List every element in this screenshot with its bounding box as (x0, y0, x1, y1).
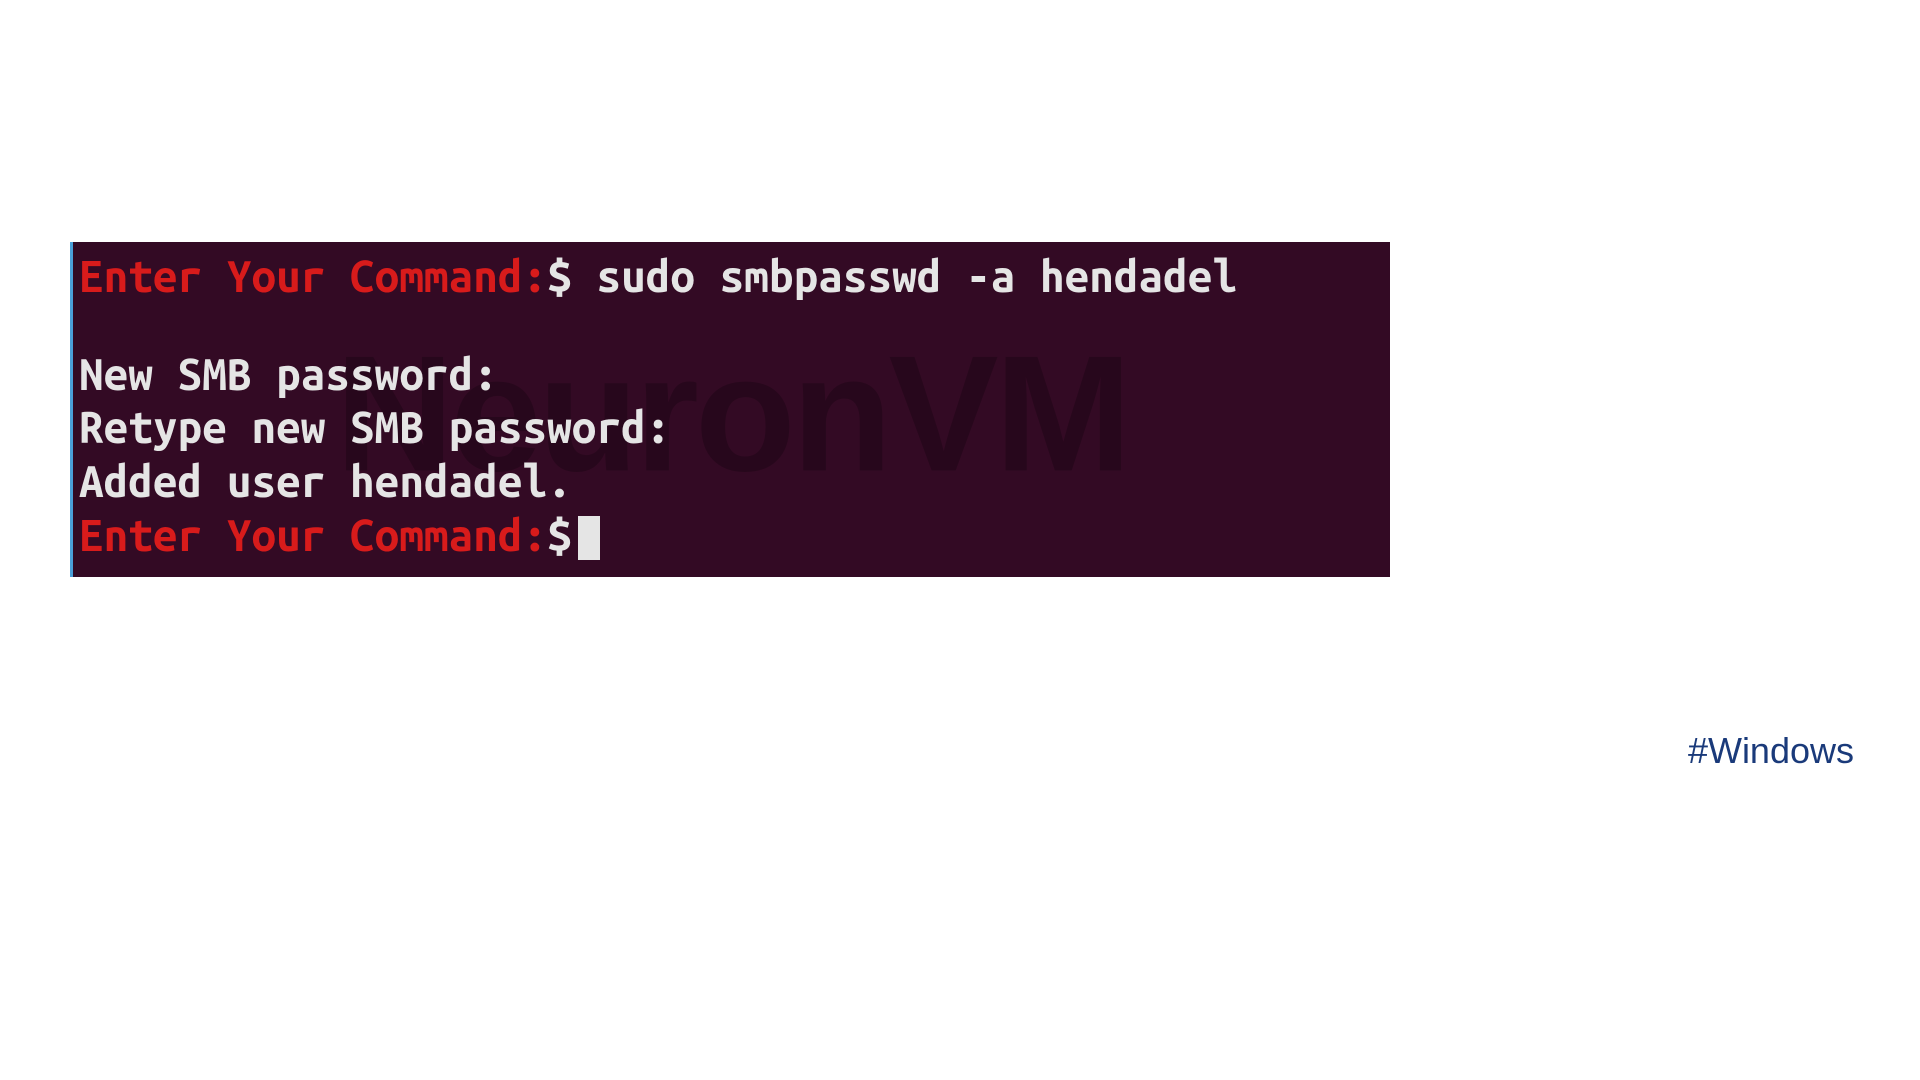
output-line-1: New SMB password: (79, 348, 1384, 402)
cursor-icon (578, 516, 600, 560)
command-text: sudo smbpasswd -a hendadel (596, 252, 1237, 301)
output-line-2: Retype new SMB password: (79, 401, 1384, 455)
terminal-window[interactable]: NeuronVM Enter Your Command:$ sudo smbpa… (70, 242, 1390, 577)
terminal-line-1: Enter Your Command:$ sudo smbpasswd -a h… (79, 250, 1384, 304)
prompt-symbol-2: $ (547, 511, 572, 560)
terminal-line-prompt-2: Enter Your Command:$ (79, 509, 1384, 563)
blank-line (79, 304, 1384, 348)
terminal-content: Enter Your Command:$ sudo smbpasswd -a h… (79, 250, 1384, 562)
prompt-label: Enter Your Command: (79, 252, 547, 301)
prompt-label-2: Enter Your Command: (79, 511, 547, 560)
hashtag-label: #Windows (1688, 730, 1854, 772)
prompt-symbol: $ (547, 252, 572, 301)
output-line-3: Added user hendadel. (79, 455, 1384, 509)
